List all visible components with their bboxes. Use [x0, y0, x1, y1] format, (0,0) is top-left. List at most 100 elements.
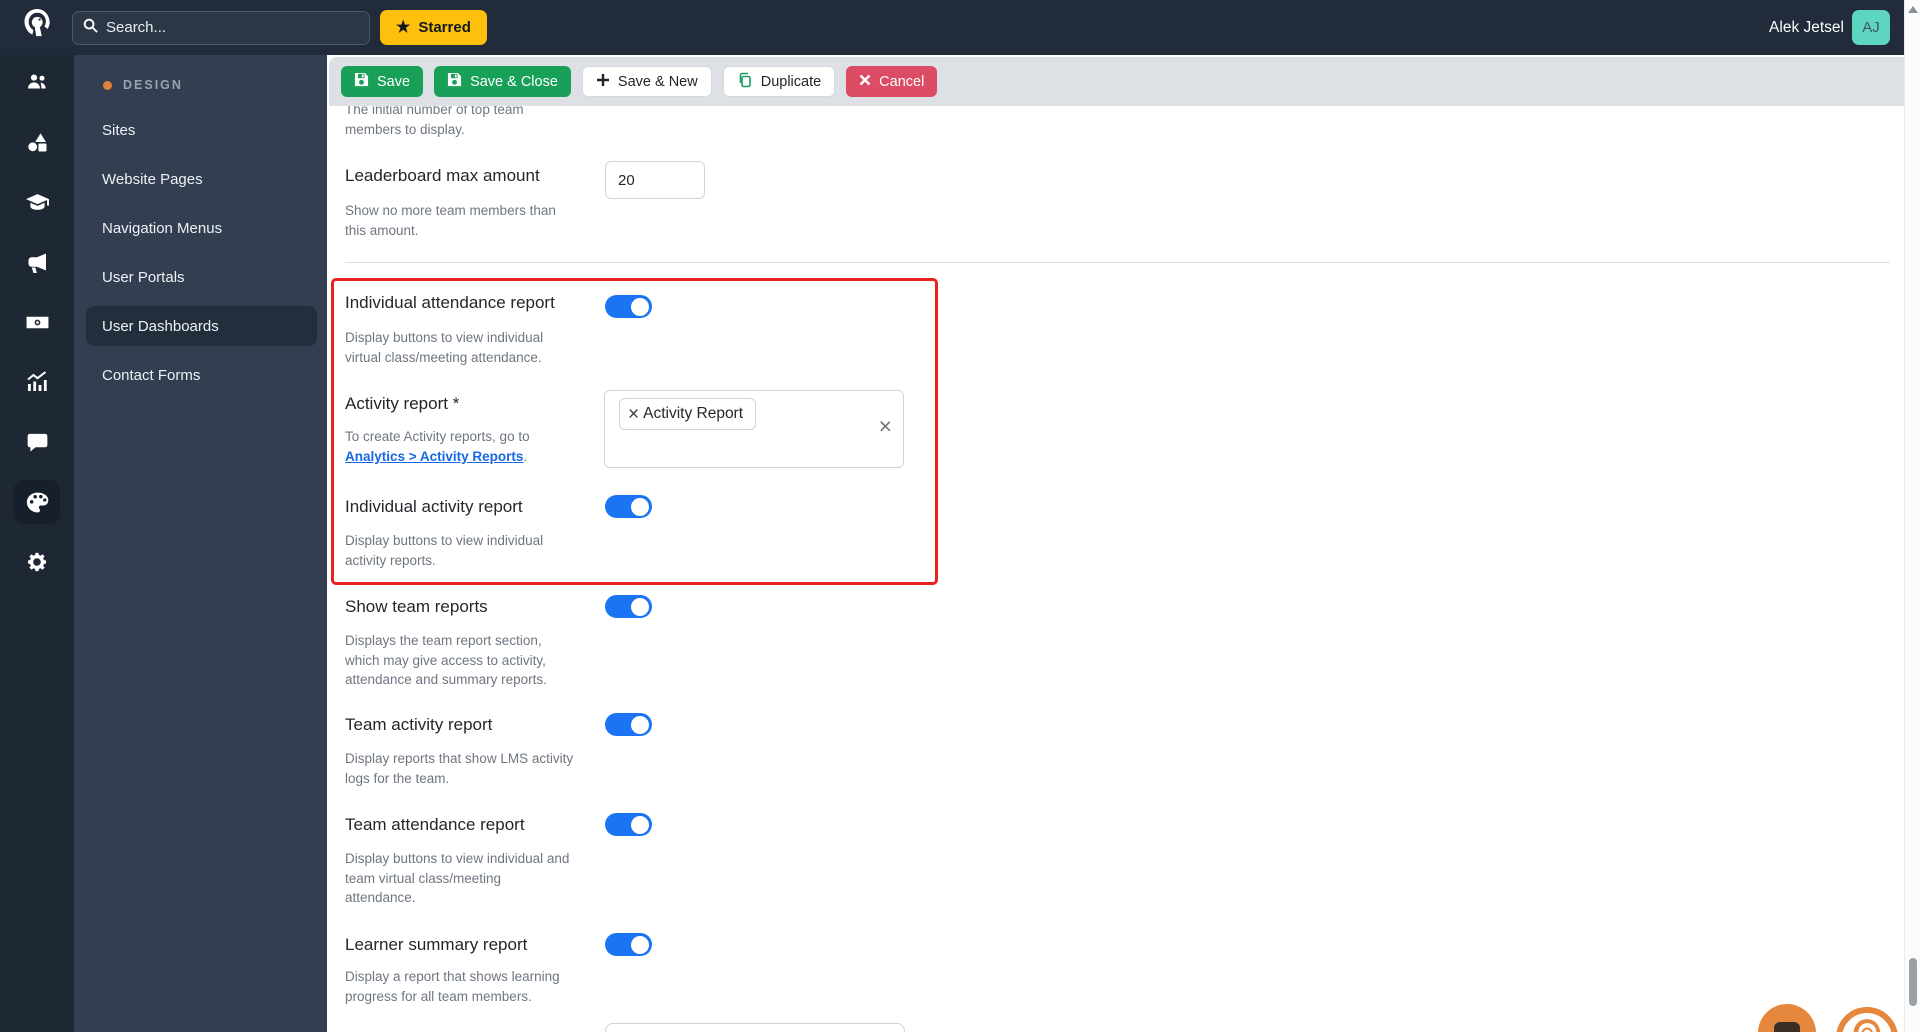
design-sidebar: DESIGN Sites Website Pages Navigation Me… [74, 55, 327, 1032]
select-clear-icon[interactable]: × [879, 415, 892, 438]
help-line: Display buttons to view individual [345, 533, 544, 548]
app-logo[interactable] [0, 7, 74, 48]
top-bar: ★ Starred Alek Jetsel AJ [0, 0, 1920, 55]
gear-icon [25, 550, 49, 574]
rail-item-commerce[interactable] [14, 300, 60, 344]
help-line: Show no more team members than [345, 203, 556, 218]
sidebar-item-contact-forms[interactable]: Contact Forms [86, 355, 317, 395]
help-line: virtual class/meeting attendance. [345, 349, 542, 365]
star-icon: ★ [396, 18, 411, 36]
scrollbar-up-arrow-icon[interactable] [1908, 6, 1918, 13]
user-name: Alek Jetsel [1769, 18, 1844, 36]
activity-report-label: Activity report * [345, 394, 460, 413]
save-and-close-label: Save & Close [470, 73, 558, 90]
team-attendance-help: Display buttons to view individual and t… [345, 849, 569, 908]
copy-icon [737, 72, 753, 92]
help-line: Display buttons to view individual and [345, 851, 570, 866]
help-line: Display reports that show LMS activity [345, 751, 574, 766]
learner-summary-label: Learner summary report [345, 935, 528, 954]
help-line: Analytics > Activity Reports. [345, 447, 530, 467]
palette-icon [25, 490, 50, 515]
sidebar-item-sites[interactable]: Sites [86, 110, 317, 150]
show-team-reports-toggle[interactable] [605, 595, 652, 618]
help-line: this amount. [345, 222, 419, 238]
icon-rail [0, 55, 74, 1032]
individual-activity-help: Display buttons to view individual activ… [345, 531, 543, 570]
duplicate-button[interactable]: Duplicate [722, 66, 836, 97]
close-icon [859, 74, 871, 90]
individual-attendance-toggle[interactable] [605, 295, 652, 318]
team-attendance-toggle[interactable] [605, 813, 652, 836]
activity-report-help: To create Activity reports, go to Analyt… [345, 427, 530, 466]
rail-item-learning[interactable] [14, 180, 60, 224]
main-content: Save Save & Close Save & New Duplicate C… [327, 55, 1904, 1032]
save-button[interactable]: Save [341, 66, 424, 97]
sidebar-item-user-dashboards[interactable]: User Dashboards [86, 306, 317, 346]
individual-activity-label: Individual activity report [345, 497, 523, 516]
team-attendance-label: Team attendance report [345, 815, 525, 834]
scrollbar-thumb[interactable] [1909, 958, 1917, 1006]
search-input[interactable] [106, 19, 359, 36]
search-icon [83, 18, 98, 38]
help-line: activity reports. [345, 552, 436, 568]
cancel-label: Cancel [879, 73, 925, 90]
individual-attendance-help: Display buttons to view individual virtu… [345, 328, 543, 367]
learner-summary-help: Display a report that shows learning pro… [345, 967, 560, 1006]
rail-item-marketing[interactable] [14, 240, 60, 284]
team-activity-label: Team activity report [345, 715, 493, 734]
help-line: Display buttons to view individual [345, 330, 544, 345]
help-line: progress for all team members. [345, 988, 532, 1004]
save-and-close-button[interactable]: Save & Close [434, 66, 571, 97]
rail-item-analytics[interactable] [14, 360, 60, 404]
page-scrollbar[interactable] [1904, 0, 1920, 1032]
section-dot-icon [103, 80, 112, 90]
help-line: members to display. [345, 121, 465, 137]
duplicate-label: Duplicate [760, 73, 822, 90]
plus-icon [596, 73, 610, 91]
show-team-reports-label: Show team reports [345, 597, 488, 616]
rail-item-users[interactable] [14, 60, 60, 104]
tag-label: Activity Report [643, 405, 744, 422]
users-icon [25, 70, 49, 94]
save-and-new-label: Save & New [617, 73, 698, 90]
sidebar-item-navigation-menus[interactable]: Navigation Menus [86, 208, 317, 248]
analytics-activity-reports-link[interactable]: Analytics > Activity Reports [345, 449, 523, 464]
section-divider [345, 262, 1890, 263]
team-activity-toggle[interactable] [605, 713, 652, 736]
avatar[interactable]: AJ [1852, 10, 1890, 45]
help-line: which may give access to activity, [345, 652, 546, 668]
shapes-icon [26, 131, 49, 154]
next-field-input-partial[interactable] [605, 1023, 905, 1032]
sidebar-item-website-pages[interactable]: Website Pages [86, 159, 317, 199]
tag-remove-icon[interactable]: × [628, 405, 639, 424]
activity-report-tag[interactable]: × Activity Report [619, 398, 757, 430]
sidebar-item-user-portals[interactable]: User Portals [86, 257, 317, 297]
help-line: attendance and summary reports. [345, 672, 547, 688]
individual-activity-toggle[interactable] [605, 495, 652, 518]
avatar-initials: AJ [1862, 19, 1880, 36]
elephant-logo-icon [21, 7, 53, 48]
save-and-new-button[interactable]: Save & New [581, 66, 712, 97]
action-toolbar: Save Save & Close Save & New Duplicate C… [329, 57, 1904, 106]
learner-summary-toggle[interactable] [605, 933, 652, 956]
rail-item-shapes[interactable] [14, 120, 60, 164]
elephant-logo-icon [1850, 1017, 1884, 1032]
chat-bubble-icon [1774, 1022, 1800, 1032]
app-root: ★ Starred Alek Jetsel AJ [0, 0, 1920, 1032]
individual-attendance-label: Individual attendance report [345, 293, 555, 312]
starred-button[interactable]: ★ Starred [380, 10, 487, 45]
activity-report-select[interactable]: × Activity Report × [604, 390, 904, 468]
rail-item-messages[interactable] [14, 420, 60, 464]
leaderboard-max-label: Leaderboard max amount [345, 166, 540, 185]
rail-item-settings[interactable] [14, 540, 60, 584]
save-label: Save [377, 73, 411, 90]
help-line: Display a report that shows learning [345, 969, 560, 984]
rail-item-design[interactable] [14, 480, 60, 524]
cancel-button[interactable]: Cancel [846, 66, 938, 97]
search-box[interactable] [72, 10, 370, 45]
leaderboard-max-input[interactable] [605, 161, 705, 199]
section-title: DESIGN [123, 78, 183, 92]
leaderboard-max-help: Show no more team members than this amou… [345, 201, 556, 240]
help-line: team virtual class/meeting [345, 870, 502, 886]
megaphone-icon [25, 250, 49, 274]
